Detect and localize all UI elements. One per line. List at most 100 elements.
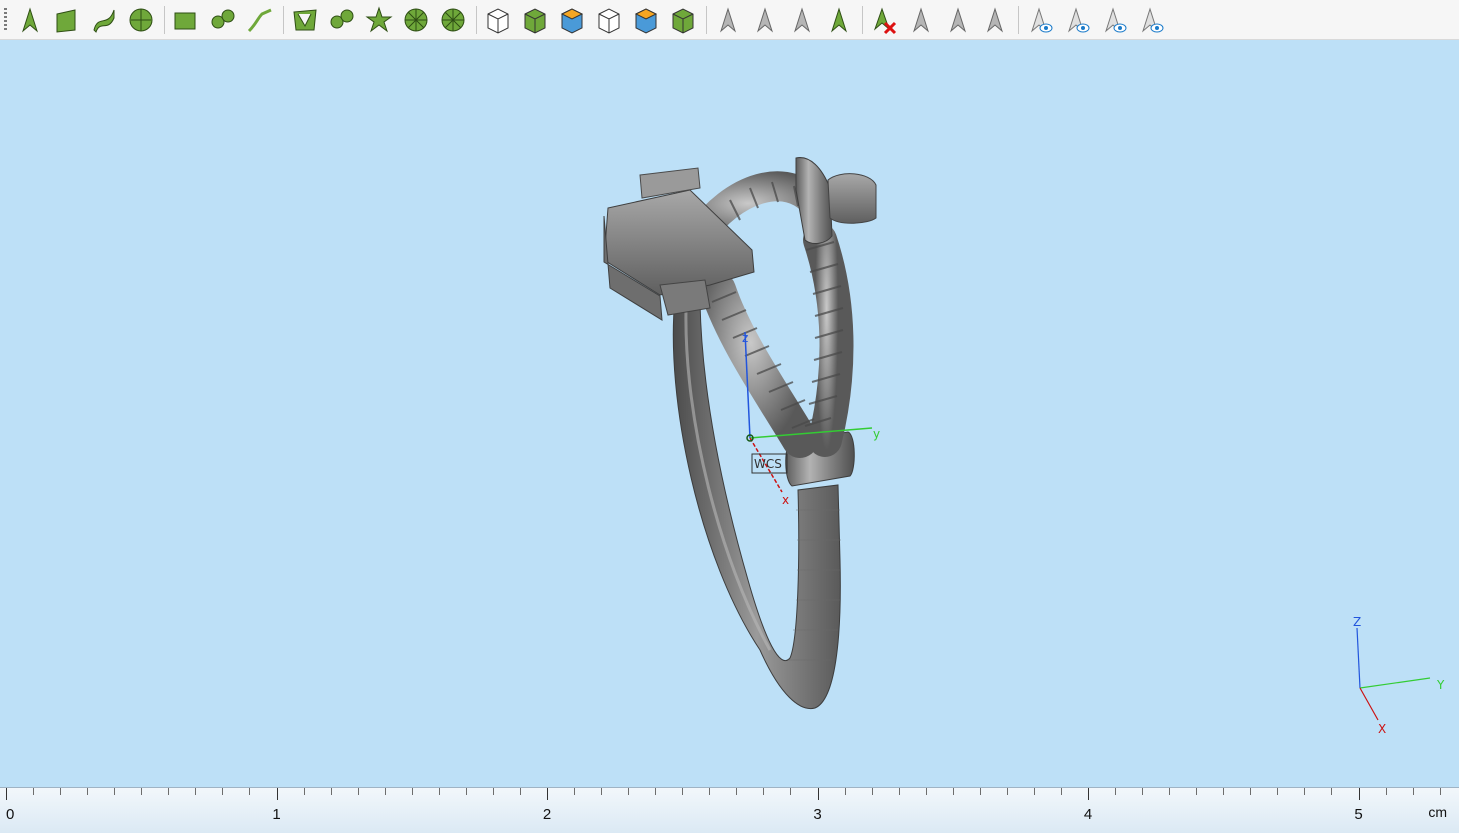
hide-selection-icon xyxy=(912,7,930,33)
show-refresh-icon xyxy=(1067,7,1090,33)
mesh-select-button[interactable] xyxy=(289,4,321,36)
ruler-minor-tick xyxy=(1304,788,1306,795)
select-object-button[interactable] xyxy=(14,4,46,36)
wcs-x-label: x xyxy=(782,493,789,507)
hide-selection-button[interactable] xyxy=(905,4,937,36)
show-eye-button[interactable] xyxy=(1098,4,1130,36)
show-eye-icon xyxy=(1104,7,1127,33)
ruler-minor-tick xyxy=(1331,788,1333,795)
toolbar-separator xyxy=(164,6,165,34)
box-highlight-icon xyxy=(634,8,658,34)
ruler-minor-tick xyxy=(1196,788,1198,795)
select-blob-button[interactable] xyxy=(326,4,358,36)
ruler-minor-tick xyxy=(357,788,359,795)
scene-canvas[interactable]: z y x WCS Z Y X xyxy=(0,40,1459,787)
select-sphere-icon xyxy=(129,8,153,32)
select-grey-icon xyxy=(719,7,737,33)
toolbar-separator xyxy=(706,6,707,34)
ruler-minor-tick xyxy=(790,788,792,795)
ruler-major-tick xyxy=(547,788,548,800)
ruler-label: 2 xyxy=(542,806,552,823)
copy-selection-icon xyxy=(949,7,967,33)
triad-y-label: Y xyxy=(1436,678,1445,692)
ruler-minor-tick xyxy=(979,788,981,795)
lasso-select-button[interactable] xyxy=(207,4,239,36)
ruler-minor-tick xyxy=(952,788,954,795)
show-hidden-icon xyxy=(1030,7,1053,33)
delete-selection-icon xyxy=(873,7,897,35)
delete-selection-button[interactable] xyxy=(868,4,900,36)
select-deselect-button[interactable] xyxy=(749,4,781,36)
show-refresh-button[interactable] xyxy=(1061,4,1093,36)
main-toolbar xyxy=(0,0,1459,40)
select-radial-button[interactable] xyxy=(437,4,469,36)
ruler-minor-tick xyxy=(384,788,386,795)
3d-viewport[interactable]: z y x WCS Z Y X xyxy=(0,40,1459,787)
select-object-icon xyxy=(21,7,39,33)
copy-selection-button[interactable] xyxy=(942,4,974,36)
select-face-button[interactable] xyxy=(51,4,83,36)
ruler-minor-tick xyxy=(655,788,657,795)
box-green-button[interactable] xyxy=(667,4,699,36)
ruler-major-tick xyxy=(6,788,7,800)
show-hidden-button[interactable] xyxy=(1024,4,1056,36)
ruler-minor-tick xyxy=(1223,788,1225,795)
ruler-minor-tick xyxy=(1033,788,1035,795)
toolbar-grip[interactable] xyxy=(4,8,7,32)
ruler-minor-tick xyxy=(709,788,711,795)
select-sphere-button[interactable] xyxy=(125,4,157,36)
paste-selection-button[interactable] xyxy=(979,4,1011,36)
select-path-button[interactable] xyxy=(244,4,276,36)
ruler-minor-tick xyxy=(465,788,467,795)
show-wire-eye-icon xyxy=(1141,7,1164,33)
ruler-minor-tick xyxy=(222,788,224,795)
ruler-minor-tick xyxy=(871,788,873,795)
box-view-colored-button[interactable] xyxy=(556,4,588,36)
ruler-minor-tick xyxy=(1115,788,1117,795)
select-grey-button[interactable] xyxy=(712,4,744,36)
ruler-minor-tick xyxy=(168,788,170,795)
ruler-label: 3 xyxy=(813,806,822,823)
box-highlight-button[interactable] xyxy=(630,4,662,36)
select-transform-icon xyxy=(830,7,848,33)
box-view-shaded-icon xyxy=(524,8,546,34)
select-curve-icon xyxy=(93,9,115,33)
show-wire-eye-button[interactable] xyxy=(1135,4,1167,36)
ring-model[interactable] xyxy=(603,157,877,710)
select-curve-button[interactable] xyxy=(88,4,120,36)
ruler-label: 5 xyxy=(1354,806,1363,823)
box-view-shaded-button[interactable] xyxy=(519,4,551,36)
toolbar-separator xyxy=(862,6,863,34)
ruler-minor-tick xyxy=(1385,788,1387,795)
ruler-minor-tick xyxy=(925,788,927,795)
ruler-minor-tick xyxy=(682,788,684,795)
ruler-major-tick xyxy=(1088,788,1089,800)
ruler-unit: cm xyxy=(1428,804,1447,820)
box-view-colored-icon xyxy=(560,8,584,34)
ruler-minor-tick xyxy=(1439,788,1441,795)
rectangle-select-button[interactable] xyxy=(170,4,202,36)
triad-x-label: X xyxy=(1378,722,1386,736)
ruler-minor-tick xyxy=(492,788,494,795)
ruler-minor-tick xyxy=(141,788,143,795)
select-invert-button[interactable] xyxy=(786,4,818,36)
select-wheel-button[interactable] xyxy=(400,4,432,36)
select-deselect-icon xyxy=(756,7,774,33)
select-star-button[interactable] xyxy=(363,4,395,36)
select-star-icon xyxy=(365,6,393,33)
select-transform-button[interactable] xyxy=(823,4,855,36)
paste-selection-icon xyxy=(986,7,1004,33)
wcs-z-label: z xyxy=(742,331,748,345)
ruler-minor-tick xyxy=(330,788,332,795)
toolbar-separator xyxy=(283,6,284,34)
ruler-minor-tick xyxy=(1412,788,1414,795)
toolbar-separator xyxy=(1018,6,1019,34)
box-view-button[interactable] xyxy=(482,4,514,36)
ruler-minor-tick xyxy=(1277,788,1279,795)
ruler-minor-tick xyxy=(1006,788,1008,795)
select-blob-icon xyxy=(330,9,354,29)
lasso-select-icon xyxy=(211,9,235,29)
box-wire-button[interactable] xyxy=(593,4,625,36)
ruler-label: 0 xyxy=(6,806,15,823)
ruler-minor-tick xyxy=(195,788,197,795)
